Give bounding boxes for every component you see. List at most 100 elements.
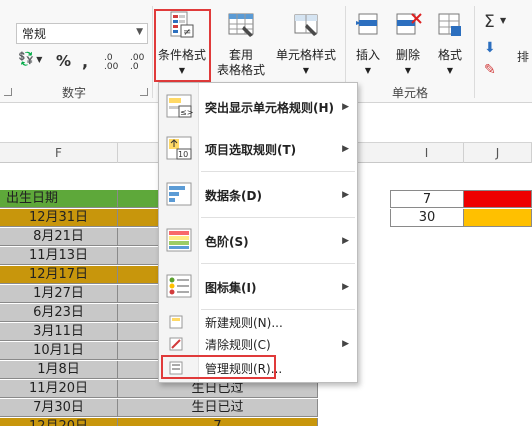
autosum-icon[interactable]: Σ [484,12,495,32]
svg-text:10: 10 [178,150,188,159]
highlight-box [161,355,276,379]
color-scales-icon [166,228,192,252]
sort-filter-label[interactable]: 排 [517,48,529,65]
submenu-arrow-icon: ▶ [342,102,349,112]
number-format-value: 常规 [22,27,47,41]
increase-decimal-button[interactable]: .0 .00 [104,54,126,72]
decrease-decimal-button[interactable]: .00 .0 [130,54,152,72]
comma-style-button[interactable]: , [82,52,88,71]
data-bars-icon [166,182,192,206]
alignment-launcher-icon[interactable] [4,88,12,96]
column-header-j[interactable]: J [464,143,532,163]
status-cell[interactable]: 生日已过 [118,399,318,417]
number-format-combo[interactable]: 常规 ▼ [16,23,148,44]
menu-label: 清除规则(C) [205,337,271,352]
delete-cells-icon [396,13,422,35]
icon-sets-icon [166,274,192,298]
number-group-label: 数字 [62,86,87,100]
divider [201,171,355,172]
percent-style-button[interactable]: % [56,52,71,70]
highlight-cells-icon: ≤> [166,94,193,118]
format-as-table-label-2: 表格格式 [216,63,265,77]
submenu-arrow-icon: ▶ [342,190,349,200]
chevron-down-icon: ▼ [302,66,310,75]
clear-icon[interactable]: ✎ [484,62,496,78]
column-header-i[interactable]: I [390,143,464,163]
legend-row: 30 [390,209,532,227]
highlight-box [154,9,211,82]
insert-cells-icon [356,13,378,35]
chevron-down-icon: ▼ [136,27,143,37]
cells-group-label: 单元格 [392,86,429,100]
menu-label: 图标集(I) [205,280,257,295]
cell-styles-button[interactable]: 单元格样式 ▼ [270,10,342,78]
format-label: 格式 [437,48,462,62]
menu-label: 突出显示单元格规则(H) [205,100,335,115]
status-cell[interactable]: 7 [118,418,318,426]
insert-button[interactable]: 插入 ▼ [350,10,386,78]
menu-label: 新建规则(N)... [205,315,283,330]
menu-item-icon-sets[interactable]: 图标集(I) ▶ [159,267,357,307]
submenu-arrow-icon: ▶ [342,339,349,349]
date-cell[interactable]: 1月27日 [0,285,118,303]
chevron-down-icon: ▼ [364,66,372,75]
date-cell[interactable]: 12月20日 [0,418,118,426]
divider [201,263,355,264]
date-cell[interactable]: 3月11日 [0,323,118,341]
menu-item-highlight-cells-rules[interactable]: ≤> 突出显示单元格规则(H) ▶ [159,87,357,127]
menu-item-new-rule[interactable]: 新建规则(N)... [159,311,357,333]
format-cells-icon [438,13,461,36]
format-as-table-button[interactable]: 套用 表格格式 [214,10,268,78]
accounting-format-button[interactable]: 💱 ▼ [18,52,42,67]
menu-item-top-bottom-rules[interactable]: 10 项目选取规则(T) ▶ [159,129,357,169]
top-bottom-rules-icon: 10 [166,136,192,160]
date-cell[interactable]: 10月1日 [0,342,118,360]
legend-value-cell[interactable]: 7 [390,190,464,208]
divider [201,309,355,310]
header-cell-birthdate[interactable]: 出生日期 [0,190,118,208]
legend-value-cell[interactable]: 30 [390,209,464,227]
comma-label: , [82,52,89,71]
menu-label: 项目选取规则(T) [205,142,297,157]
chevron-down-icon: ▼ [500,16,507,25]
percent-label: % [56,52,72,70]
format-button[interactable]: 格式 ▼ [432,10,468,78]
table-row: 7月30日 生日已过 [0,399,318,417]
clear-rules-icon [169,337,183,351]
legend-color-cell[interactable] [464,209,532,227]
currency-icon: 💱 [18,52,35,67]
date-cell[interactable]: 1月8日 [0,361,118,379]
delete-label: 删除 [395,48,420,62]
submenu-arrow-icon: ▶ [342,282,349,292]
submenu-arrow-icon: ▶ [342,236,349,246]
svg-text:≤>: ≤> [180,108,193,117]
menu-item-clear-rules[interactable]: 清除规则(C) ▶ [159,333,357,355]
submenu-arrow-icon: ▶ [342,144,349,154]
cell-styles-icon [294,14,318,36]
delete-button[interactable]: 删除 ▼ [390,10,426,78]
column-header-f[interactable]: F [0,143,118,163]
legend-row: 7 [390,190,532,208]
date-cell[interactable]: 7月30日 [0,399,118,417]
legend-color-cell[interactable] [464,190,532,208]
table-row: 12月20日7 [0,418,318,426]
increase-decimal-label: .0 .00 [104,53,119,72]
fill-icon[interactable]: ⬇ [484,40,496,56]
menu-item-color-scales[interactable]: 色阶(S) ▶ [159,221,357,261]
menu-label: 数据条(D) [205,188,262,203]
menu-label: 色阶(S) [205,234,249,249]
format-as-table-label-1: 套用 [228,48,253,62]
date-cell[interactable]: 11月13日 [0,247,118,265]
chevron-down-icon: ▼ [36,55,43,64]
date-cell[interactable]: 11月20日 [0,380,118,398]
date-cell[interactable]: 6月23日 [0,304,118,322]
date-cell[interactable]: 8月21日 [0,228,118,246]
date-cell[interactable]: 12月17日 [0,266,118,284]
number-launcher-icon[interactable] [140,88,148,96]
conditional-formatting-menu: ≤> 突出显示单元格规则(H) ▶ 10 项目选取规则(T) ▶ 数据条(D) … [158,82,358,383]
menu-item-data-bars[interactable]: 数据条(D) ▶ [159,175,357,215]
insert-label: 插入 [355,48,380,62]
divider [201,217,355,218]
cell-styles-label: 单元格样式 [275,48,336,62]
date-cell[interactable]: 12月31日 [0,209,118,227]
